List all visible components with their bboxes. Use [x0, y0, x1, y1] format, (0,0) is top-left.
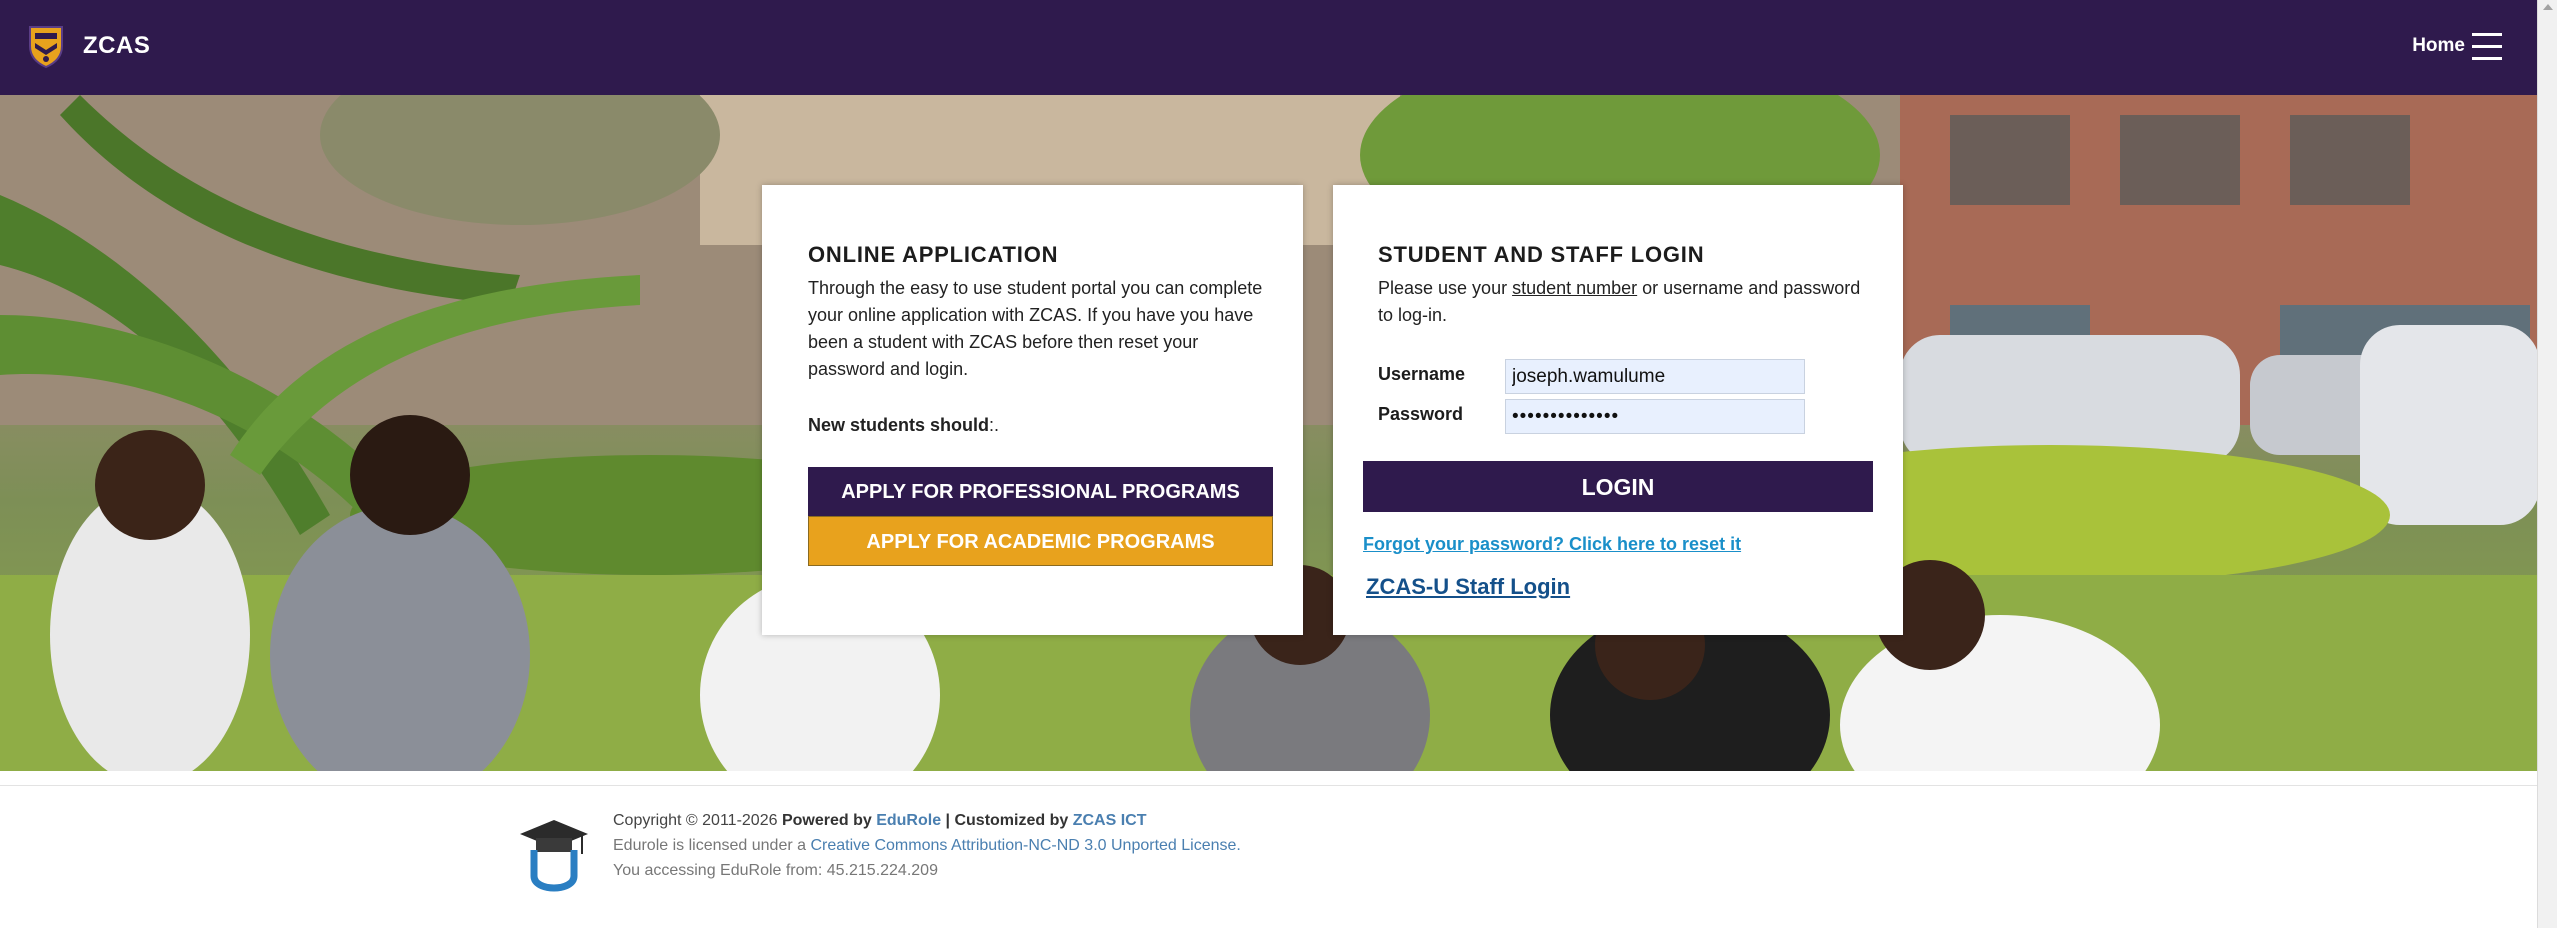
new-students-label: New students should: [808, 415, 990, 435]
login-title: STUDENT AND STAFF LOGIN: [1378, 242, 1705, 267]
customized-by-label: Customized by: [954, 812, 1069, 829]
staff-login-link[interactable]: ZCAS-U Staff Login: [1366, 574, 1570, 600]
apply-professional-button[interactable]: APPLY FOR PROFESSIONAL PROGRAMS: [808, 467, 1273, 516]
footer-divider: [0, 785, 2537, 786]
login-desc-before: Please use your: [1378, 278, 1513, 298]
edurole-graduation-cap-icon: [520, 820, 588, 892]
powered-by-label: Powered by: [781, 812, 872, 829]
forgot-password-link[interactable]: Forgot your password? Click here to rese…: [1363, 534, 1741, 555]
brand-name[interactable]: ZCAS: [83, 32, 150, 60]
footer-copyright-line: Copyright © 2011-2026 Powered by EduRole…: [613, 812, 1147, 830]
student-number-link[interactable]: student number: [1512, 278, 1637, 298]
footer-license-line: Edurole is licensed under a Creative Com…: [613, 837, 1241, 855]
zcas-crest-icon[interactable]: [27, 24, 65, 68]
footer-separator: |: [941, 812, 955, 829]
copyright-text: Copyright © 2011-2026: [613, 812, 782, 829]
apply-academic-button[interactable]: APPLY FOR ACADEMIC PROGRAMS: [808, 516, 1273, 566]
password-label: Password: [1378, 404, 1464, 424]
login-button[interactable]: LOGIN: [1363, 461, 1873, 512]
new-students-tail: :.: [989, 415, 1000, 435]
username-label: Username: [1378, 364, 1466, 384]
login-description: Please use your student number or userna…: [1378, 275, 1878, 329]
online-application-card: ONLINE APPLICATION Through the easy to u…: [762, 185, 1303, 635]
edurole-link[interactable]: EduRole: [876, 812, 941, 829]
application-description: Through the easy to use student portal y…: [808, 278, 1263, 379]
login-card: STUDENT AND STAFF LOGIN Please use your …: [1333, 185, 1903, 635]
nav-home-link[interactable]: Home: [2412, 35, 2465, 57]
hamburger-menu-icon[interactable]: [2472, 33, 2502, 63]
password-input[interactable]: [1505, 399, 1805, 434]
creative-commons-link[interactable]: Creative Commons Attribution-NC-ND 3.0 U…: [810, 837, 1240, 854]
page-scrollbar[interactable]: [2537, 0, 2557, 928]
scroll-up-arrow-icon[interactable]: [2543, 4, 2553, 10]
license-text: Edurole is licensed under a: [613, 837, 811, 854]
zcas-ict-link[interactable]: ZCAS ICT: [1073, 812, 1147, 829]
top-navbar: ZCAS Home: [0, 0, 2537, 95]
footer-access-line: You accessing EduRole from: 45.215.224.2…: [613, 862, 938, 879]
username-input[interactable]: [1505, 359, 1805, 394]
application-title: ONLINE APPLICATION: [808, 242, 1059, 267]
new-students-text: New students should:.: [808, 412, 999, 439]
